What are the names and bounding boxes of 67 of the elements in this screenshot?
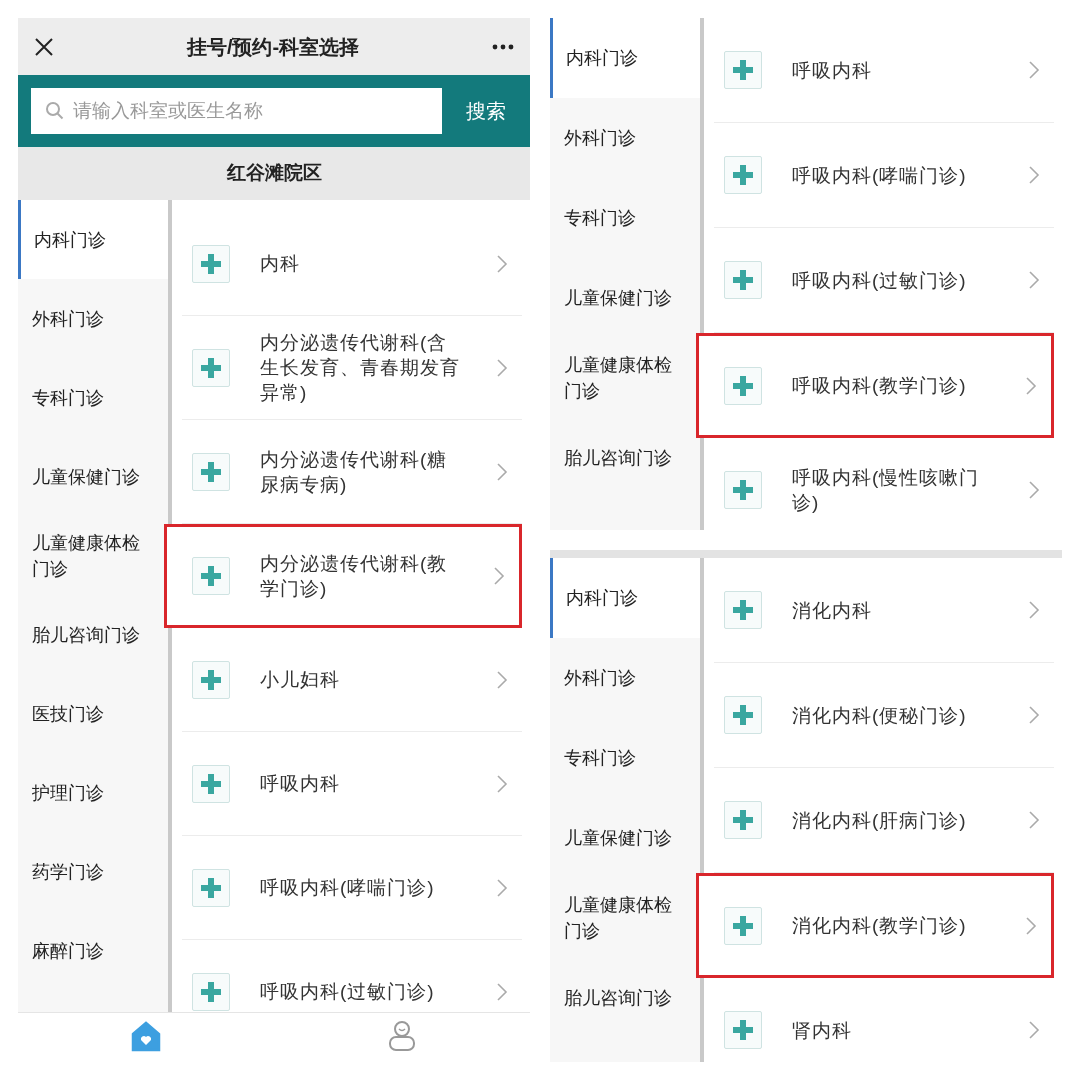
chevron-icon — [1028, 60, 1040, 80]
department-name: 呼吸内科 — [792, 58, 873, 83]
department-name: 呼吸内科(哮喘门诊) — [260, 876, 436, 900]
chevron-icon — [1028, 165, 1040, 185]
chevron-icon — [496, 461, 508, 482]
search-button[interactable]: 搜索 — [452, 96, 520, 126]
department-name: 内科 — [260, 252, 301, 276]
chevron-icon — [496, 669, 508, 690]
department-name: 消化内科(便秘门诊) — [792, 703, 968, 728]
department-name: 消化内科(教学门诊) — [792, 914, 968, 938]
house-icon[interactable] — [129, 1019, 163, 1053]
department-name: 呼吸内科(慢性咳嗽门诊) — [792, 466, 981, 515]
chevron-icon — [1028, 600, 1040, 620]
plus-icon — [724, 906, 762, 945]
chevron-icon — [496, 877, 508, 898]
search-icon — [45, 101, 65, 121]
chevron-icon — [1025, 915, 1037, 936]
department-name: 内分泌遗传代谢科(教学门诊) — [260, 552, 449, 601]
plus-icon — [724, 471, 762, 509]
plus-icon — [192, 557, 230, 595]
plus-icon — [192, 348, 230, 387]
plus-icon — [724, 156, 762, 194]
department-name: 呼吸内科(哮喘门诊) — [792, 163, 968, 188]
close-icon[interactable] — [34, 36, 54, 57]
department-name: 消化内科(肝病门诊) — [792, 808, 968, 833]
department-name: 呼吸内科(过敏门诊) — [792, 268, 968, 293]
chevron-icon — [1025, 375, 1037, 396]
department-name: 内分泌遗传代谢科(含生长发育、青春期发育异常) — [260, 331, 461, 405]
sidebar-item[interactable]: 内科门诊 — [550, 558, 700, 638]
more-icon[interactable] — [492, 43, 514, 50]
chevron-icon — [496, 253, 508, 274]
department-row[interactable]: 内分泌遗传代谢科(教学门诊) — [164, 524, 522, 628]
sidebar-item[interactable]: 内科门诊 — [550, 18, 700, 98]
chevron-icon — [493, 566, 505, 586]
chevron-icon — [496, 981, 508, 1002]
campus-name: 红谷滩院区 — [226, 161, 322, 186]
plus-icon — [724, 591, 762, 629]
department-name: 呼吸内科 — [260, 772, 341, 796]
chevron-icon — [1028, 810, 1040, 830]
plus-icon — [192, 452, 230, 491]
department-row[interactable]: 呼吸内科(教学门诊) — [696, 333, 1054, 438]
plus-icon — [192, 660, 230, 699]
plus-icon — [724, 696, 762, 734]
department-name: 内分泌遗传代谢科(糖尿病专病) — [260, 447, 449, 497]
plus-icon — [192, 764, 230, 803]
chevron-icon — [1028, 705, 1040, 725]
department-name: 小儿妇科 — [260, 668, 341, 692]
plus-icon — [724, 366, 762, 405]
chevron-icon — [1028, 270, 1040, 290]
department-name: 肾内科 — [792, 1018, 853, 1043]
sidebar-item[interactable]: 内科门诊 — [18, 200, 168, 279]
department-name: 呼吸内科(过敏门诊) — [260, 980, 436, 1004]
chevron-icon — [1028, 1020, 1040, 1040]
department-name: 消化内科 — [792, 598, 873, 623]
plus-icon — [724, 261, 762, 299]
chevron-icon — [1028, 480, 1040, 500]
window-title: 挂号/预约-科室选择 — [185, 34, 361, 60]
plus-icon — [724, 1011, 762, 1049]
department-row[interactable]: 消化内科(教学门诊) — [696, 873, 1054, 978]
plus-icon — [192, 244, 230, 283]
chevron-icon — [496, 773, 508, 794]
plus-icon — [192, 868, 230, 907]
chevron-icon — [496, 357, 508, 378]
department-name: 呼吸内科(教学门诊) — [792, 374, 968, 398]
plus-icon — [724, 801, 762, 839]
search-field[interactable]: 请输入科室或医生名称 — [31, 88, 442, 134]
plus-icon — [724, 51, 762, 89]
